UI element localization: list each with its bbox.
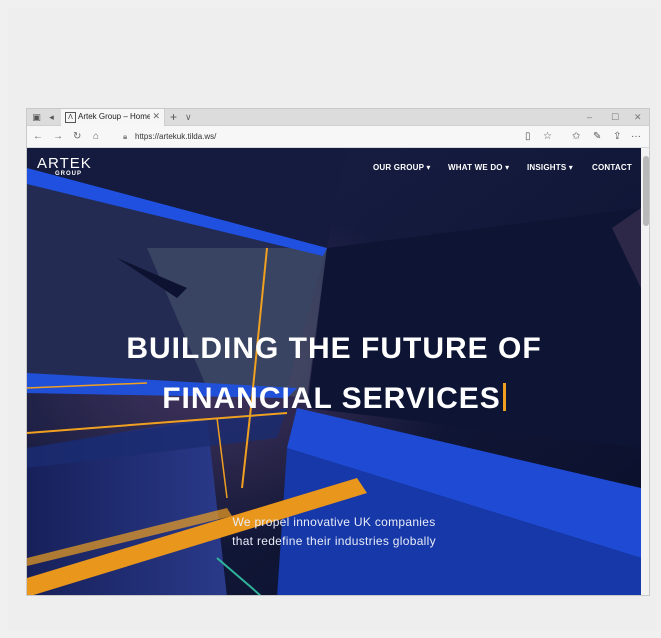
tab-manager-icon[interactable]: ▣	[31, 112, 42, 122]
scrollbar-thumb[interactable]	[643, 156, 649, 226]
nav-what-we-do[interactable]: WHAT WE DO ▾	[448, 163, 509, 173]
minimize-button[interactable]: –	[587, 112, 592, 122]
hero-subtitle-line2: that redefine their industries globally	[232, 534, 436, 548]
browser-window: ▣ ◂ Λ Artek Group – Home Pa ✕ + ∨ – ☐ ✕ …	[26, 108, 650, 596]
typing-cursor	[502, 383, 506, 411]
hero-heading: BUILDING THE FUTURE OF FINANCIAL SERVICE…	[27, 324, 641, 424]
nav-our-group[interactable]: OUR GROUP ▾	[373, 163, 431, 173]
favorites-hub-icon[interactable]: ✩	[572, 130, 580, 143]
tab-strip: ▣ ◂ Λ Artek Group – Home Pa ✕ + ∨ – ☐ ✕	[27, 109, 649, 126]
more-menu-icon[interactable]: ···	[631, 130, 641, 143]
pen-icon[interactable]: ✎	[593, 130, 601, 143]
hero-subtitle: We propel innovative UK companies that r…	[27, 513, 641, 551]
lock-icon: 🔒︎	[123, 132, 128, 141]
hero-subtitle-line1: We propel innovative UK companies	[232, 515, 436, 529]
refresh-button[interactable]: ↻	[73, 130, 81, 143]
tab-title: Artek Group – Home Pa	[78, 112, 150, 121]
reading-view-icon[interactable]: ▯	[525, 130, 531, 143]
logo-wordmark: ARTEK	[37, 155, 92, 172]
url-text: https://artekuk.tilda.ws/	[135, 132, 217, 141]
hero-heading-line1: BUILDING THE FUTURE OF	[126, 332, 542, 365]
tab-close-icon[interactable]: ✕	[152, 111, 160, 121]
back-button[interactable]: ←	[33, 130, 43, 143]
artek-logo[interactable]: ARTEK GROUP	[37, 155, 92, 178]
forward-button[interactable]: →	[53, 130, 63, 143]
maximize-button[interactable]: ☐	[611, 112, 619, 122]
site-favicon-icon: Λ	[65, 112, 76, 123]
nav-insights[interactable]: INSIGHTS ▾	[527, 163, 573, 173]
tab-list-chevron-icon[interactable]: ∨	[185, 111, 192, 123]
address-bar-row: ← → ↻ ⌂ 🔒︎ https://artekuk.tilda.ws/ ▯ ☆…	[27, 126, 649, 148]
website-hero: ARTEK GROUP OUR GROUP ▾ WHAT WE DO ▾ INS…	[27, 148, 641, 595]
home-button[interactable]: ⌂	[93, 130, 99, 143]
hero-heading-line2: FINANCIAL SERVICES	[27, 374, 641, 424]
set-aside-tabs-icon[interactable]: ◂	[46, 112, 57, 122]
logo-subtitle: GROUP	[55, 171, 83, 177]
tab-active[interactable]: Λ Artek Group – Home Pa ✕	[61, 109, 165, 126]
close-window-button[interactable]: ✕	[634, 112, 642, 122]
page-scrollbar[interactable]	[641, 148, 649, 595]
hero-heading-line2-text: FINANCIAL SERVICES	[162, 382, 501, 415]
new-tab-button[interactable]: +	[170, 110, 177, 124]
nav-contact[interactable]: CONTACT	[592, 163, 632, 173]
url-field[interactable]: 🔒︎ https://artekuk.tilda.ws/	[123, 130, 523, 143]
favorite-star-icon[interactable]: ☆	[543, 130, 552, 143]
share-icon[interactable]: ⇪	[613, 130, 621, 143]
